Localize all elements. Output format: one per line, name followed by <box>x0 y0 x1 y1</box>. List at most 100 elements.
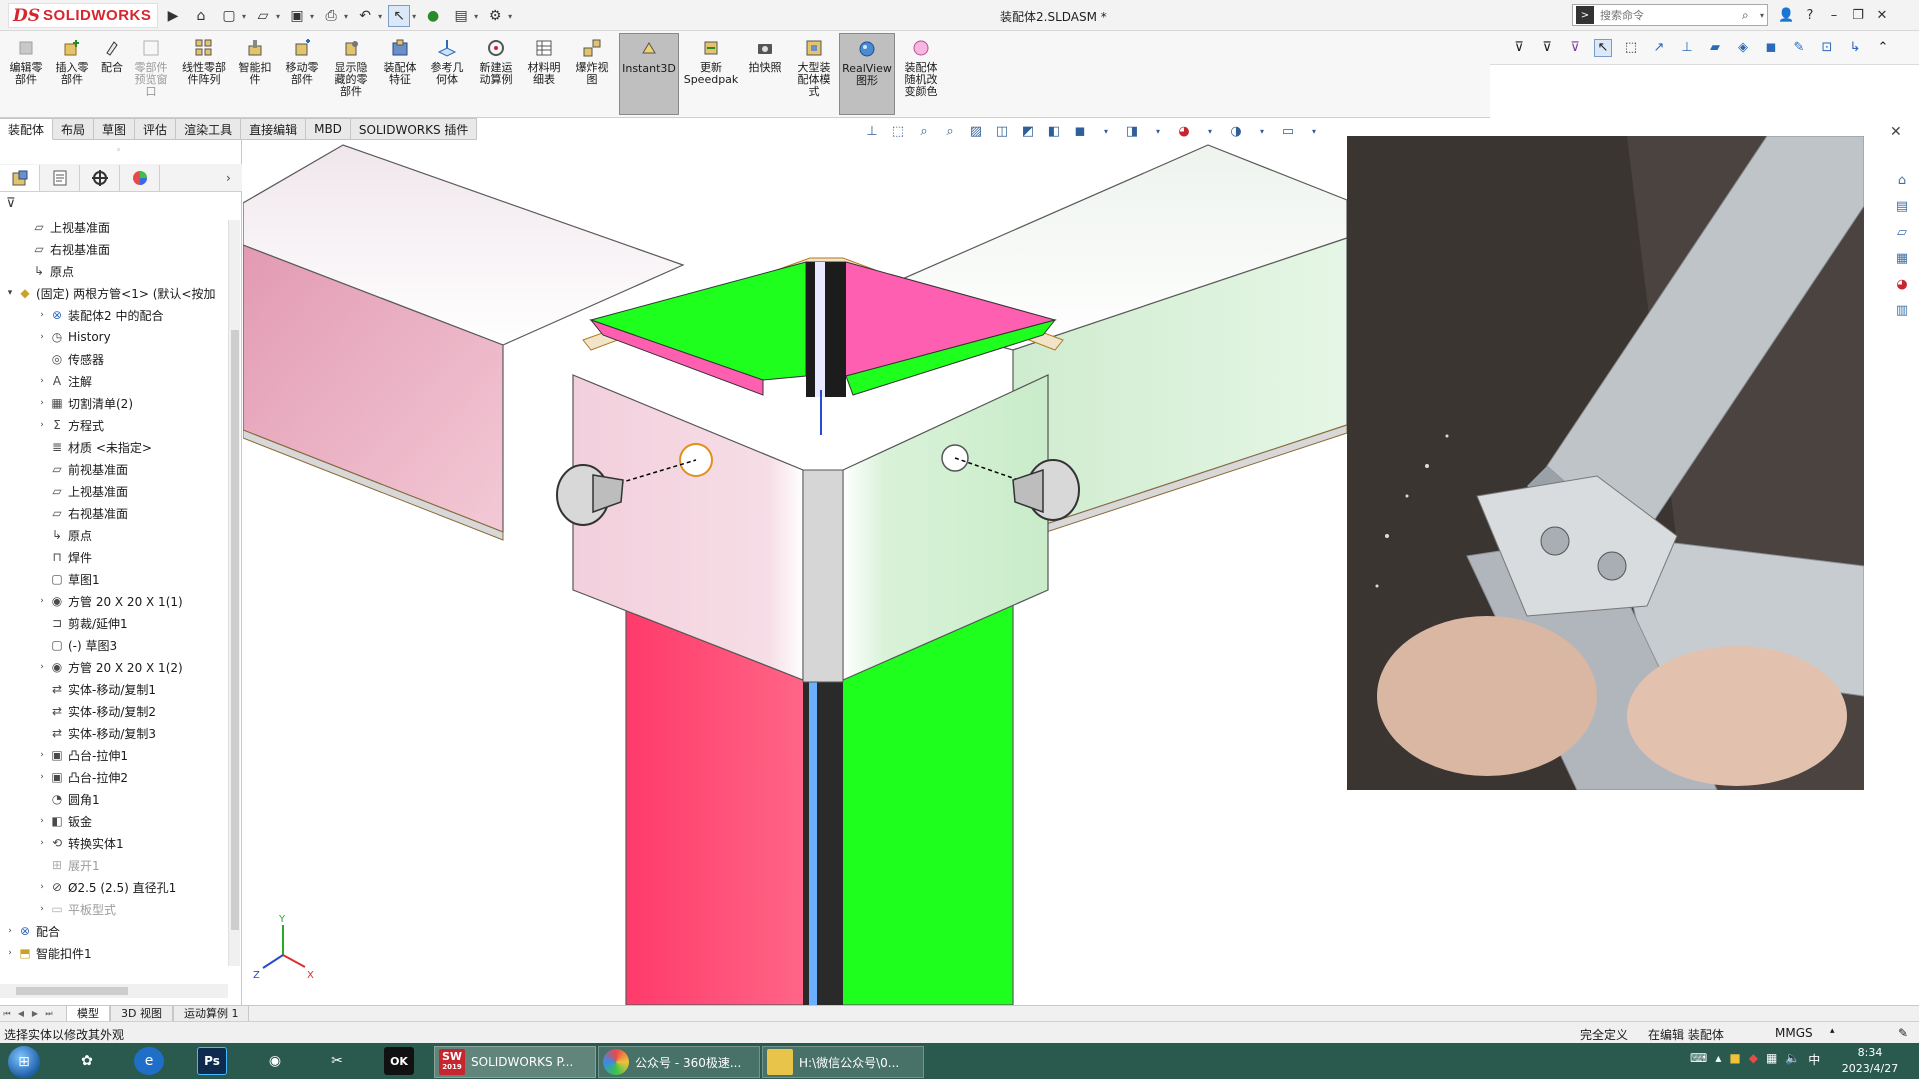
taskbar-app-360-browser[interactable]: 公众号 - 360极速... <box>598 1046 760 1078</box>
display-style-icon[interactable]: ◼ <box>1070 122 1090 140</box>
photos-app-icon[interactable]: ✿ <box>72 1047 102 1075</box>
large-assembly-mode-button[interactable]: 大型装 配体模 式 <box>791 33 837 115</box>
expand-arrow-icon[interactable]: › <box>36 332 48 342</box>
view-settings-dropdown-icon[interactable]: ▾ <box>1304 122 1324 140</box>
tree-node[interactable]: › ⊗ 装配体2 中的配合 <box>0 304 228 326</box>
view-selector-icon[interactable]: ◩ <box>1018 122 1038 140</box>
tree-node[interactable]: › ◉ 方管 20 X 20 X 1(1) <box>0 590 228 612</box>
tray-arrow-icon[interactable]: ▴ <box>1715 1051 1721 1068</box>
view-orientation-icon[interactable]: ◧ <box>1044 122 1064 140</box>
search-icon[interactable]: ⌕ <box>1742 8 1760 23</box>
select-box-icon[interactable]: ⬚ <box>1622 39 1640 57</box>
home-icon[interactable]: ⌂ <box>190 5 212 27</box>
apply-scene-dropdown-icon[interactable]: ▾ <box>1252 122 1272 140</box>
user-account-icon[interactable]: 👤 <box>1778 8 1794 23</box>
expand-arrow-icon[interactable]: › <box>36 838 48 848</box>
search-commands-input[interactable] <box>1600 8 1742 22</box>
panel-grip-icon[interactable]: ◦ <box>116 146 121 156</box>
edit-appearance-icon[interactable]: ◕ <box>1174 122 1194 140</box>
tree-node[interactable]: ▱ 上视基准面 <box>0 480 228 502</box>
new-motion-study-button[interactable]: 新建运 动算例 <box>474 33 518 115</box>
tab-assembly[interactable]: 装配体 <box>0 118 54 140</box>
take-snapshot-button[interactable]: 拍快照 <box>745 33 785 115</box>
scrollbar-thumb[interactable] <box>231 330 239 930</box>
expand-arrow-icon[interactable]: › <box>36 904 48 914</box>
tree-node[interactable]: ↳ 原点 <box>0 524 228 546</box>
select-dropdown-icon[interactable]: ▾ <box>412 12 416 21</box>
new-document-icon[interactable]: ▢ <box>218 5 240 27</box>
select-point-icon[interactable]: ⊡ <box>1818 39 1836 57</box>
open-folder-icon[interactable]: ▱ <box>252 5 274 27</box>
undo-icon[interactable]: ↶ <box>354 5 376 27</box>
photoshop-icon[interactable]: Ps <box>197 1047 227 1075</box>
panel-expand-arrow-icon[interactable]: › <box>226 171 242 185</box>
scrollbar-thumb[interactable] <box>16 987 128 995</box>
file-properties-icon[interactable]: ▤ <box>450 5 472 27</box>
undo-dropdown-icon[interactable]: ▾ <box>378 12 382 21</box>
expand-arrow-icon[interactable]: › <box>4 948 16 958</box>
select-solid-icon[interactable]: ◼ <box>1762 39 1780 57</box>
custom-properties-icon[interactable]: ▥ <box>1892 300 1912 320</box>
linear-component-pattern-button[interactable]: 线性零部 件阵列 <box>177 33 231 115</box>
tree-node[interactable]: › A 注解 <box>0 370 228 392</box>
realview-graphics-button[interactable]: RealView 图形 <box>839 33 895 115</box>
tree-node[interactable]: › ▣ 凸台-拉伸2 <box>0 766 228 788</box>
tree-node[interactable]: ⇄ 实体-移动/复制3 <box>0 722 228 744</box>
expand-arrow-icon[interactable]: › <box>36 882 48 892</box>
unit-system-dropdown-icon[interactable]: ▴ <box>1830 1026 1835 1036</box>
tree-node[interactable]: ▾ ◆ (固定) 两根方管<1> (默认<按加 <box>0 282 228 304</box>
configuration-manager-tab-icon[interactable] <box>80 164 120 191</box>
command-search-box[interactable]: > ⌕ ▾ <box>1572 4 1768 26</box>
tree-node[interactable]: ▱ 右视基准面 <box>0 502 228 524</box>
properties-dropdown-icon[interactable]: ▾ <box>474 12 478 21</box>
hide-show-items-icon[interactable]: ◨ <box>1122 122 1142 140</box>
unit-system[interactable]: MMGS <box>1775 1026 1813 1040</box>
view-settings-icon[interactable]: ▭ <box>1278 122 1298 140</box>
solidworks-resources-icon[interactable]: ⌂ <box>1892 170 1912 190</box>
next-tab-icon[interactable]: ▶ <box>28 1009 42 1018</box>
tree-node[interactable]: ◔ 圆角1 <box>0 788 228 810</box>
filter-faces-icon[interactable]: ⊽ <box>1538 39 1556 57</box>
tree-filter-icon[interactable]: ⊽ <box>6 196 16 211</box>
tree-node[interactable]: ◎ 传感器 <box>0 348 228 370</box>
tree-node[interactable]: ▱ 右视基准面 <box>0 238 228 260</box>
save-dropdown-icon[interactable]: ▾ <box>310 12 314 21</box>
collapse-toolbar-icon[interactable]: ⌃ <box>1874 39 1892 57</box>
ok-app-icon[interactable]: OK <box>384 1047 414 1075</box>
tab-layout[interactable]: 布局 <box>53 118 95 140</box>
help-icon[interactable]: ? <box>1802 8 1818 23</box>
random-color-assembly-button[interactable]: 装配体 随机改 变颜色 <box>899 33 943 115</box>
previous-view-icon[interactable]: ⌕ <box>940 122 960 140</box>
filter-edges-icon[interactable]: ⊽ <box>1566 39 1584 57</box>
tree-node[interactable]: › ◧ 钣金 <box>0 810 228 832</box>
filter-icon[interactable]: ⊽ <box>1510 39 1528 57</box>
expand-arrow-icon[interactable]: › <box>36 420 48 430</box>
browser-e-icon[interactable]: e <box>134 1047 164 1075</box>
tree-node[interactable]: ⊐ 剪裁/延伸1 <box>0 612 228 634</box>
tree-node[interactable]: › ⊘ Ø2.5 (2.5) 直径孔1 <box>0 876 228 898</box>
view-palette-icon[interactable]: ▦ <box>1892 248 1912 268</box>
expand-arrow-icon[interactable]: › <box>36 310 48 320</box>
rebuild-traffic-light-icon[interactable]: ● <box>422 5 444 27</box>
show-hidden-components-button[interactable]: 显示隐 藏的零 部件 <box>329 33 373 115</box>
save-icon[interactable]: ▣ <box>286 5 308 27</box>
select-axis-icon[interactable]: ⊥ <box>1678 39 1696 57</box>
tree-node[interactable]: › ▭ 平板型式 <box>0 898 228 920</box>
select-plane-icon[interactable]: ▰ <box>1706 39 1724 57</box>
file-explorer-icon[interactable]: ▱ <box>1892 222 1912 242</box>
last-tab-icon[interactable]: ⏭ <box>42 1009 56 1019</box>
solidworks-logo[interactable]: DS SOLIDWORKS <box>8 3 158 28</box>
tree-node[interactable]: › ◷ History <box>0 326 228 348</box>
search-dropdown-icon[interactable]: ▾ <box>1760 11 1764 20</box>
bill-of-materials-button[interactable]: 材料明 细表 <box>522 33 566 115</box>
view-orientation-triad-icon[interactable]: ⊥ <box>862 122 882 140</box>
taskbar-app-solidworks[interactable]: SW 2019 SOLIDWORKS P... <box>434 1046 596 1078</box>
select-vertex-icon[interactable]: ↗ <box>1650 39 1668 57</box>
options-gear-icon[interactable]: ⚙ <box>484 5 506 27</box>
expand-arrow-icon[interactable]: › <box>36 662 48 672</box>
section-view-icon[interactable]: ▨ <box>966 122 986 140</box>
edit-component-button[interactable]: 编辑零 部件 <box>6 33 46 115</box>
expand-arrow-icon[interactable]: › <box>4 926 16 936</box>
tree-node[interactable]: ⇄ 实体-移动/复制2 <box>0 700 228 722</box>
instant3d-button[interactable]: Instant3D <box>619 33 679 115</box>
